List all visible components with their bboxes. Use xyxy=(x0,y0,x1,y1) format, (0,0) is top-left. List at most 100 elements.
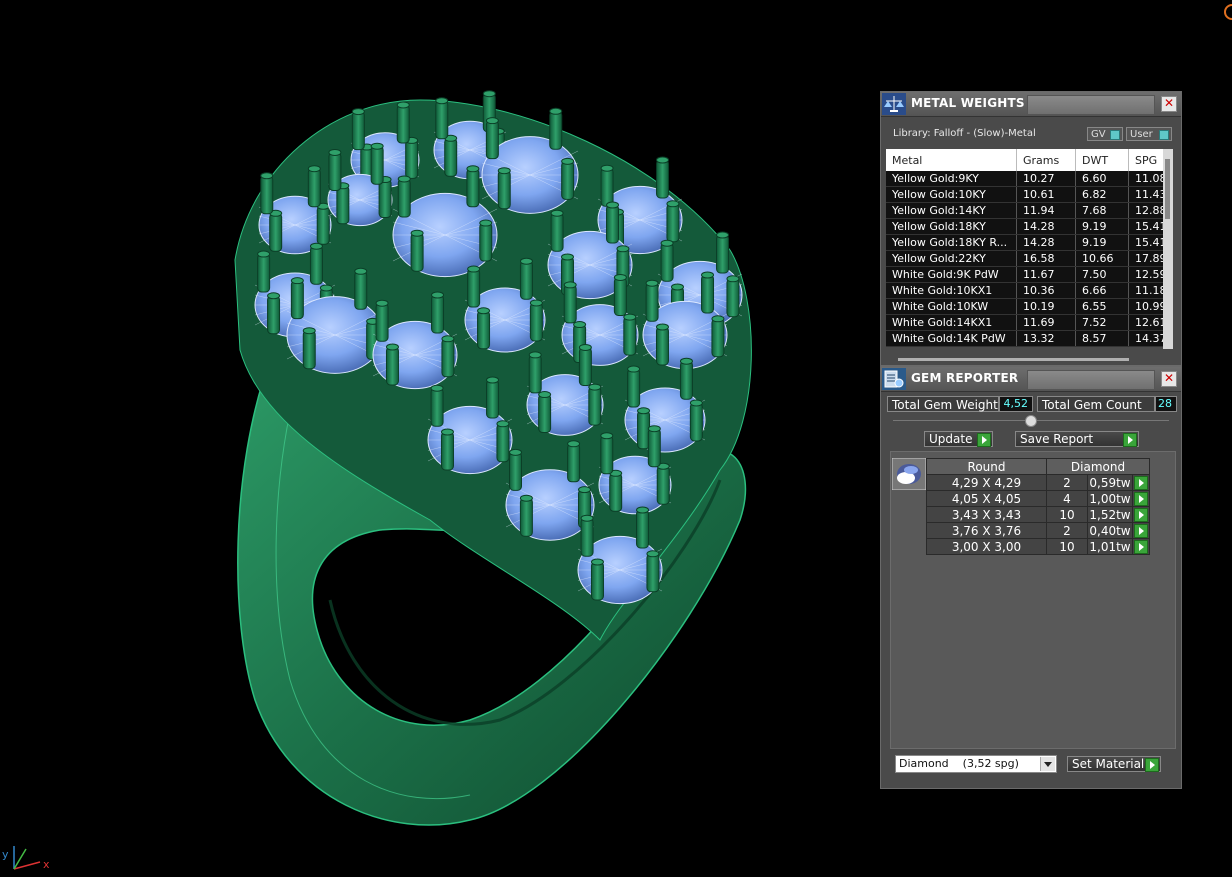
titlebar-grip[interactable] xyxy=(1027,95,1155,115)
prong xyxy=(679,360,693,400)
play-arrow-icon[interactable] xyxy=(1134,523,1148,538)
table-row[interactable]: Yellow Gold:22KY 16.58 10.66 17.89 xyxy=(886,250,1172,267)
gem-row-action[interactable] xyxy=(1132,490,1150,507)
titlebar-grip[interactable] xyxy=(1027,370,1155,390)
gem-row[interactable]: 3,00 X 3,00 10 1,01tw xyxy=(926,538,1150,555)
prong xyxy=(538,394,552,434)
prong xyxy=(623,316,637,356)
corner-indicator-icon xyxy=(1224,4,1232,20)
table-row[interactable]: Yellow Gold:10KY 10.61 6.82 11.43 xyxy=(886,186,1172,203)
table-cell: 16.58 xyxy=(1016,250,1076,267)
round-diamond-icon xyxy=(892,458,926,490)
play-arrow-icon[interactable] xyxy=(1134,491,1148,506)
gem-report-table: Round Diamond 4,29 X 4,29 2 0,59tw 4,05 X 4… xyxy=(926,458,1150,555)
splitter-handle[interactable] xyxy=(1025,415,1037,427)
metal-weights-panel: METAL WEIGHTS ✕ Library: Falloff - (Slow… xyxy=(880,91,1182,366)
user-toggle[interactable]: User xyxy=(1126,127,1172,141)
gem-row-action[interactable] xyxy=(1132,522,1150,539)
table-row[interactable]: Yellow Gold:18KY R... 14.28 9.19 15.41 xyxy=(886,234,1172,251)
metal-table-hscroll[interactable] xyxy=(898,358,1129,361)
prong xyxy=(578,346,592,386)
gv-toggle[interactable]: GV xyxy=(1087,127,1123,141)
prong xyxy=(666,203,680,243)
library-label: Library: Falloff - (Slow)-Metal xyxy=(893,128,1036,139)
gem-cell: 2 xyxy=(1046,474,1088,491)
table-cell: 11.94 xyxy=(1016,202,1076,219)
prong xyxy=(479,222,493,262)
axis-x-label: x xyxy=(43,858,50,871)
prong xyxy=(441,338,455,378)
table-row[interactable]: White Gold:10KX1 10.36 6.66 11.18 xyxy=(886,282,1172,299)
column-header[interactable]: Grams xyxy=(1016,149,1076,171)
metal-weights-titlebar[interactable]: METAL WEIGHTS ✕ xyxy=(881,92,1181,117)
table-row[interactable]: Yellow Gold:18KY 14.28 9.19 15.41 xyxy=(886,218,1172,235)
prong xyxy=(378,179,392,219)
prong xyxy=(519,497,533,537)
ring-model[interactable] xyxy=(234,90,752,826)
gem-row[interactable]: 3,76 X 3,76 2 0,40tw xyxy=(926,522,1150,539)
prong xyxy=(580,517,594,557)
prong xyxy=(444,137,458,177)
prong xyxy=(307,168,321,208)
table-row[interactable]: Yellow Gold:14KY 11.94 7.68 12.88 xyxy=(886,202,1172,219)
table-row[interactable]: White Gold:14KX1 11.69 7.52 12.61 xyxy=(886,314,1172,331)
metal-table-vscroll[interactable] xyxy=(1163,149,1173,349)
gem-cell: 0,40tw xyxy=(1087,522,1133,539)
table-cell: 7.52 xyxy=(1075,314,1129,331)
user-toggle-label: User xyxy=(1130,129,1153,140)
gv-toggle-label: GV xyxy=(1091,129,1106,140)
gem-reporter-titlebar[interactable]: GEM REPORTER ✕ xyxy=(881,367,1181,392)
gem-cell: 10 xyxy=(1046,538,1088,555)
gem-row-action[interactable] xyxy=(1132,474,1150,491)
metal-weights-title: METAL WEIGHTS xyxy=(911,96,1025,110)
gem-cell: 2 xyxy=(1046,522,1088,539)
chevron-down-icon[interactable] xyxy=(1040,757,1055,771)
gem-row[interactable]: 4,29 X 4,29 2 0,59tw xyxy=(926,474,1150,491)
close-icon[interactable]: ✕ xyxy=(1161,371,1177,387)
save-report-button[interactable]: Save Report xyxy=(1015,431,1139,447)
table-row[interactable]: White Gold:14K PdW 13.32 8.57 14.37 xyxy=(886,330,1172,347)
prong xyxy=(336,185,350,225)
gem-cell: 10 xyxy=(1046,506,1088,523)
material-select-value: Diamond (3,52 spg) xyxy=(899,757,1019,770)
gem-row[interactable]: 3,43 X 3,43 10 1,52tw xyxy=(926,506,1150,523)
table-row[interactable]: Yellow Gold:9KY 10.27 6.60 11.08 xyxy=(886,171,1172,187)
axis-indicator: x y xyxy=(2,846,50,871)
update-button-label: Update xyxy=(929,432,973,446)
gem-row-action[interactable] xyxy=(1132,506,1150,523)
play-arrow-icon[interactable] xyxy=(1134,539,1148,554)
prong xyxy=(613,276,627,316)
prong xyxy=(716,234,730,274)
play-arrow-icon xyxy=(1123,433,1137,447)
gem-cell: 3,43 X 3,43 xyxy=(926,506,1047,523)
gem-row-action[interactable] xyxy=(1132,538,1150,555)
gem-cell: 0,59tw xyxy=(1087,474,1133,491)
table-cell: 13.32 xyxy=(1016,330,1076,347)
table-row[interactable]: White Gold:10KW 10.19 6.55 10.99 xyxy=(886,298,1172,315)
material-select[interactable]: Diamond (3,52 spg) xyxy=(895,755,1057,773)
gem-cell: 1,00tw xyxy=(1087,490,1133,507)
scale-icon xyxy=(882,93,906,115)
gem-cell: 4,29 X 4,29 xyxy=(926,474,1047,491)
play-arrow-icon[interactable] xyxy=(1134,507,1148,522)
prong xyxy=(590,561,604,601)
gem-row[interactable]: 4,05 X 4,05 4 1,00tw xyxy=(926,490,1150,507)
update-button[interactable]: Update xyxy=(924,431,993,447)
total-gem-weight-label: Total Gem Weight xyxy=(887,396,999,412)
prong xyxy=(410,232,424,272)
set-material-button[interactable]: Set Material xyxy=(1067,756,1161,772)
column-header[interactable]: DWT xyxy=(1075,149,1129,171)
table-cell: Yellow Gold:10KY xyxy=(886,186,1017,203)
prong xyxy=(711,318,725,358)
prong xyxy=(496,423,510,463)
gem-report-area: Round Diamond 4,29 X 4,29 2 0,59tw 4,05 X 4… xyxy=(890,451,1176,749)
prong xyxy=(689,402,703,442)
prong xyxy=(627,368,641,408)
play-arrow-icon[interactable] xyxy=(1134,475,1148,490)
table-row[interactable]: White Gold:9K PdW 11.67 7.50 12.59 xyxy=(886,266,1172,283)
prong xyxy=(477,310,491,350)
close-icon[interactable]: ✕ xyxy=(1161,96,1177,112)
prong xyxy=(636,509,650,549)
column-header[interactable]: Metal xyxy=(886,149,1017,171)
gem-reporter-panel: GEM REPORTER ✕ Total Gem Weight 4,52 Tot… xyxy=(880,366,1182,789)
